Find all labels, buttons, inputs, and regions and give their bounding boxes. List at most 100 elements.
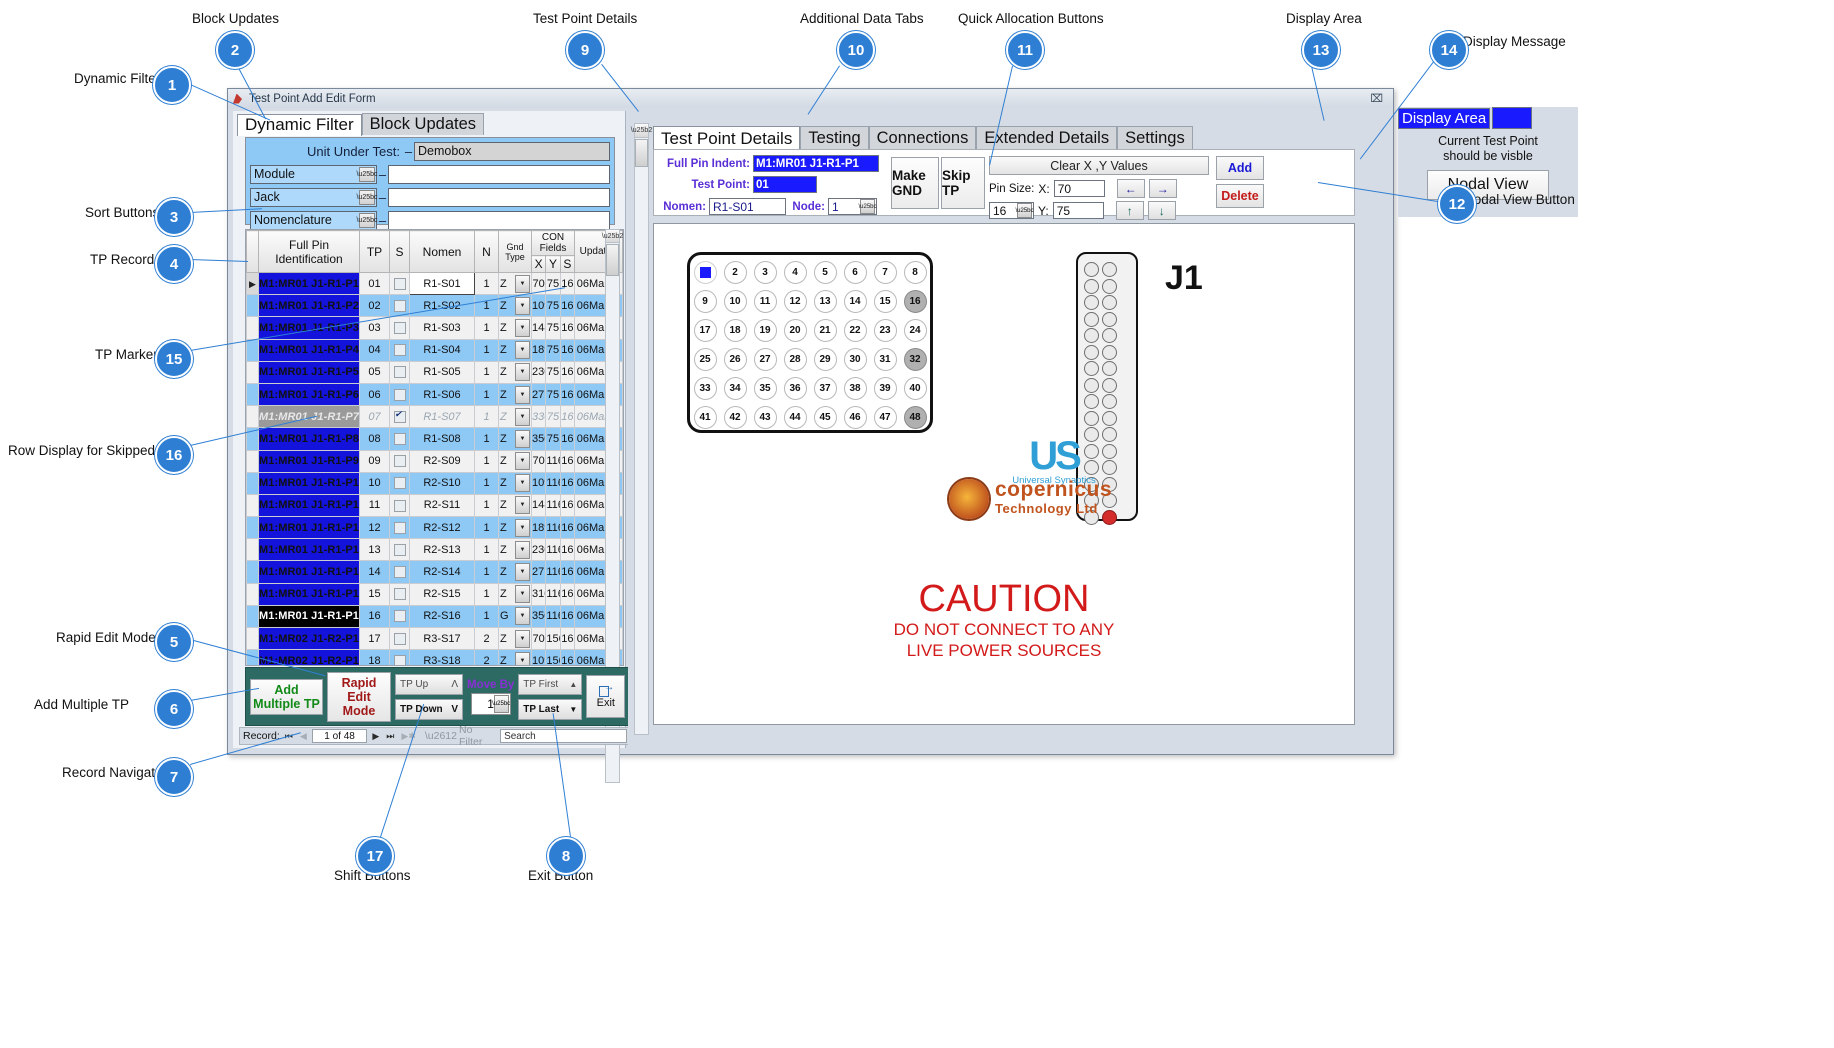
cell-gnd-type[interactable]: Z▼ [499, 583, 532, 605]
cell-nomen[interactable]: R2-S09 [410, 450, 475, 472]
cell-skip-checkbox[interactable] [390, 406, 410, 428]
cell-n[interactable]: 1 [475, 583, 499, 605]
cell-gnd-type[interactable]: Z▼ [499, 539, 532, 561]
cell-x[interactable]: 189 [532, 517, 546, 539]
col-nomen[interactable]: Nomen [410, 231, 475, 273]
cell-tp[interactable]: 02 [360, 295, 390, 317]
cell-y[interactable]: 116 [546, 517, 560, 539]
cell-n[interactable]: 2 [475, 650, 499, 666]
row-selector[interactable] [247, 361, 259, 383]
connector-pin-46[interactable]: 46 [844, 406, 867, 429]
cell-size[interactable]: 16 [560, 650, 574, 666]
connector-pin-10[interactable]: 10 [724, 290, 747, 313]
cell-nomen[interactable]: R1-S05 [410, 361, 475, 383]
cell-size[interactable]: 16 [560, 406, 574, 428]
table-row[interactable]: M1:MR01 J1-R1-P1616R2-S161G▼3501161606Ma… [247, 605, 623, 627]
cell-nomen[interactable]: R3-S18 [410, 650, 475, 666]
cell-n[interactable]: 1 [475, 383, 499, 405]
cell-gnd-type[interactable]: Z▼ [499, 406, 532, 428]
right-pane-scrollbar[interactable]: \u25b2 [634, 123, 649, 735]
cell-y[interactable]: 75 [546, 428, 560, 450]
move-by-stepper[interactable]: 1 \u25bc [471, 693, 511, 715]
cell-gnd-type[interactable]: Z▼ [499, 650, 532, 666]
connector-pin-45[interactable]: 45 [814, 406, 837, 429]
row-selector[interactable] [247, 583, 259, 605]
cell-gnd-type[interactable]: G▼ [499, 605, 532, 627]
cell-x[interactable]: 350 [532, 428, 546, 450]
cell-size[interactable]: 16 [560, 273, 574, 295]
cell-full-pin[interactable]: M1:MR01 J1-R1-P11 [259, 494, 360, 516]
j1-pin[interactable] [1084, 378, 1099, 393]
connector-pin-28[interactable]: 28 [784, 348, 807, 371]
sort-combo-nomenclature[interactable]: Nomenclature \u25bc [250, 211, 377, 230]
j1-pin[interactable] [1102, 295, 1117, 310]
cell-n[interactable]: 1 [475, 406, 499, 428]
col-x[interactable]: X [532, 256, 546, 273]
cell-full-pin[interactable]: M1:MR01 J1-R1-P8 [259, 428, 360, 450]
scroll-up-icon[interactable]: \u25b2 [606, 230, 619, 243]
cell-n[interactable]: 1 [475, 494, 499, 516]
cell-n[interactable]: 1 [475, 339, 499, 361]
j1-pin[interactable] [1084, 345, 1099, 360]
skip-checkbox[interactable] [394, 300, 406, 312]
skip-checkbox[interactable] [394, 633, 406, 645]
node-field[interactable]: 1 \u25bc [828, 198, 877, 215]
cell-size[interactable]: 16 [560, 628, 574, 650]
cell-nomen[interactable]: R1-S07 [410, 406, 475, 428]
cell-skip-checkbox[interactable] [390, 494, 410, 516]
cell-tp[interactable]: 18 [360, 650, 390, 666]
cell-size[interactable]: 16 [560, 517, 574, 539]
cell-y[interactable]: 116 [546, 494, 560, 516]
cell-full-pin[interactable]: M1:MR02 J1-R2-P18 [259, 628, 360, 650]
cell-y[interactable]: 75 [546, 383, 560, 405]
cell-full-pin[interactable]: M1:MR01 J1-R1-P15 [259, 583, 360, 605]
cell-n[interactable]: 1 [475, 273, 499, 295]
chevron-down-icon[interactable]: ▼ [515, 652, 530, 666]
filter-toggle[interactable]: \u2612 No Filter [425, 724, 493, 748]
cell-full-pin[interactable]: M1:MR02 J1-R2-P19 [259, 650, 360, 666]
cell-x[interactable]: 148 [532, 317, 546, 339]
connector-pin-27[interactable]: 27 [754, 348, 777, 371]
cell-y[interactable]: 116 [546, 472, 560, 494]
connector-pin-29[interactable]: 29 [814, 348, 837, 371]
row-selector[interactable]: ▶ [247, 273, 259, 295]
cell-gnd-type[interactable]: Z▼ [499, 450, 532, 472]
pin-grid[interactable]: 2345678910111213141516171819202122232425… [687, 252, 933, 433]
record-position[interactable]: 1 of 48 [312, 729, 368, 743]
add-button[interactable]: Add [1216, 156, 1264, 180]
cell-size[interactable]: 16 [560, 361, 574, 383]
shift-right-button[interactable]: → [1149, 179, 1177, 198]
table-row[interactable]: M1:MR01 J1-R1-P808R1-S081Z▼350751606Mar1… [247, 428, 623, 450]
table-row[interactable]: M1:MR01 J1-R1-P909R2-S091Z▼701161606Mar1… [247, 450, 623, 472]
cell-nomen[interactable]: R2-S14 [410, 561, 475, 583]
connector-pin-13[interactable]: 13 [814, 290, 837, 313]
chevron-down-icon[interactable]: ▼ [515, 341, 530, 359]
chevron-down-icon[interactable]: ▼ [515, 363, 530, 381]
skip-checkbox[interactable] [394, 477, 406, 489]
cell-skip-checkbox[interactable] [390, 450, 410, 472]
skip-checkbox[interactable] [394, 566, 406, 578]
table-row[interactable]: M1:MR01 J1-R1-P606R1-S061Z▼271751606Mar1… [247, 383, 623, 405]
cell-nomen[interactable]: R1-S06 [410, 383, 475, 405]
chevron-down-icon[interactable]: ▼ [515, 386, 530, 404]
connector-pin-9[interactable]: 9 [694, 290, 717, 313]
cell-size[interactable]: 16 [560, 539, 574, 561]
tab-settings[interactable]: Settings [1117, 126, 1193, 150]
row-selector[interactable] [247, 472, 259, 494]
make-gnd-button[interactable]: Make GND [891, 157, 939, 209]
table-row[interactable]: M1:MR01 J1-R1-P303R1-S031Z▼148751606Mar1… [247, 317, 623, 339]
pin-size-field[interactable]: 16 \u25bc [989, 202, 1034, 219]
chevron-down-icon[interactable]: ▼ [515, 430, 530, 448]
shift-down-button[interactable]: ↓ [1148, 201, 1176, 220]
connector-pin-32[interactable]: 32 [904, 348, 927, 371]
chevron-down-icon[interactable]: ▼ [515, 496, 530, 514]
cell-y[interactable]: 116 [546, 561, 560, 583]
connector-pin-36[interactable]: 36 [784, 377, 807, 400]
j1-pin[interactable] [1102, 262, 1117, 277]
col-s2[interactable]: S [560, 256, 574, 273]
connector-pin-33[interactable]: 33 [694, 377, 717, 400]
delete-button[interactable]: Delete [1216, 184, 1264, 208]
cell-full-pin[interactable]: M1:MR01 J1-R1-P14 [259, 561, 360, 583]
cell-n[interactable]: 1 [475, 561, 499, 583]
cell-full-pin[interactable]: M1:MR01 J1-R1-P1 [259, 273, 360, 295]
